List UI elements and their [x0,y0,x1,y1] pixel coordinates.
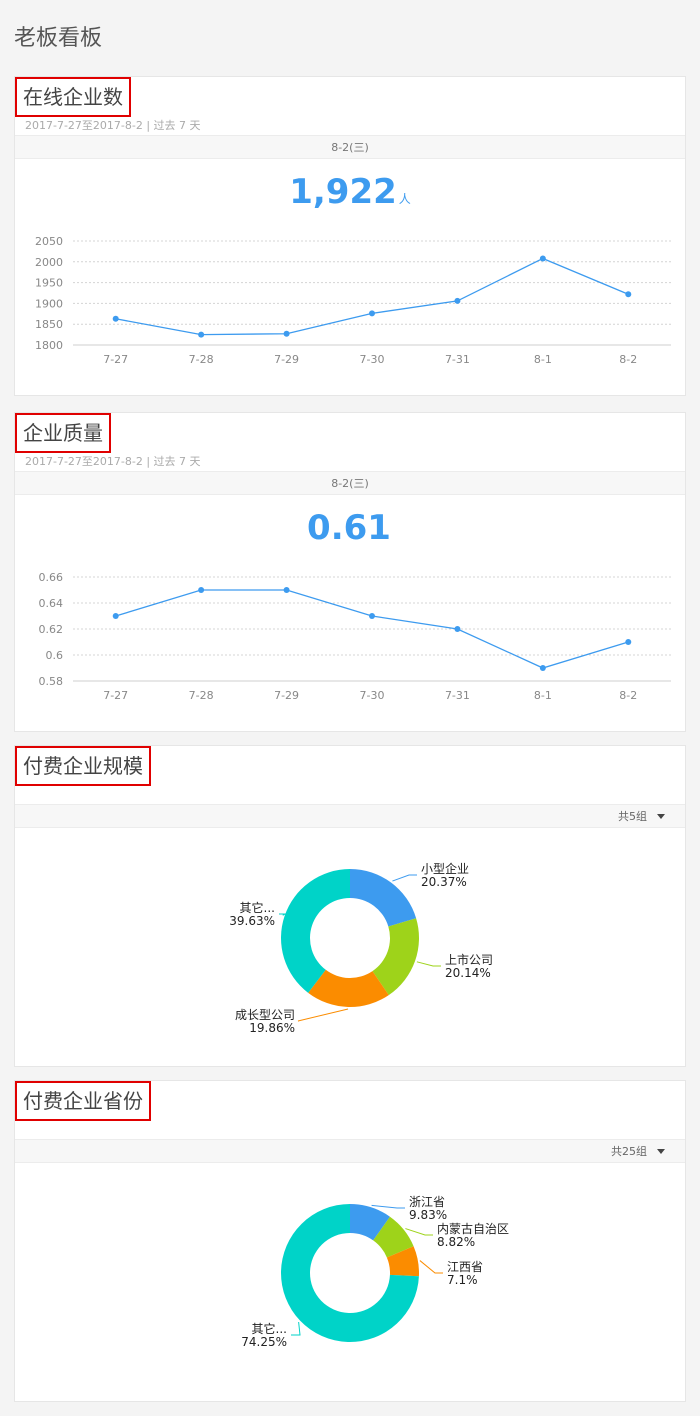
data-point [625,291,632,298]
data-point [112,613,119,619]
slice-label: 其它... [252,1321,287,1336]
slice-label: 其它... [240,900,275,915]
series-line [115,257,629,336]
data-point [625,639,632,645]
y-tick-label: 0.58 [39,675,64,688]
slice-value-label: 19.86% [249,1021,295,1035]
leader-line [291,1321,301,1336]
online-enterprises-card: 在线企业数 2017-7-27至2017-8-2 | 过去 7 天 8-2(三)… [14,76,686,396]
big-metric-value: 0.61 [15,495,685,557]
metric-unit: 人 [398,192,411,206]
paid-enterprise-scale-donut-chart: 小型企业20.37% 上市公司20.14% 成长型公司19.86% 其它...39.6… [229,861,493,1035]
date-range-text: 2017-7-27至2017-8-2 | 过去 7 天 [25,455,201,468]
pie-slice [350,869,417,927]
x-tick-label: 8-2 [619,689,637,702]
group-count-label: 共25组 [611,1145,647,1158]
paid-enterprise-scale-card: 付费企业规模 共5组 小型企业 20.37% 上市公司 20.14% 成长型公司 19.8… [14,745,686,1067]
group-count-label: 共5组 [618,810,647,823]
leader-line [279,913,287,916]
data-point [454,626,461,632]
y-tick-label: 2050 [35,235,63,248]
data-point [283,330,290,337]
x-tick-label: 7-27 [103,689,128,702]
slice-value-label: 20.14% [445,966,491,980]
y-tick-label: 1800 [35,339,63,352]
caret-down-icon [657,813,665,819]
data-point [539,255,546,262]
metric-number: 1,922 [289,172,397,212]
x-tick-label: 7-29 [274,353,299,366]
selected-date-bar: 8-2(三) [15,135,685,159]
big-metric-value: 1,922 人 [15,159,685,221]
y-tick-label: 1850 [35,318,63,331]
slice-value-label: 8.82% [437,1235,475,1249]
slice-label: 成长型公司 [235,1008,295,1022]
slice-value-label: 74.25% [241,1335,287,1349]
y-tick-label: 1950 [35,277,63,290]
x-tick-label: 7-29 [274,689,299,702]
data-point [454,297,461,304]
y-tick-label: 0.66 [39,571,64,584]
y-tick-label: 2000 [35,256,63,269]
y-tick-label: 0.6 [46,649,64,662]
series-line [115,589,629,669]
y-tick-label: 1900 [35,297,63,310]
x-tick-label: 7-30 [360,689,385,702]
x-tick-label: 7-31 [445,689,470,702]
slice-label: 上市公司 [445,952,493,967]
slice-label: 小型企业 [421,861,469,876]
paid-enterprise-province-card: 付费企业省份 共25组 浙江省 9.83% 内蒙古自治区 8.82% 江西省 7.1% 其它… [14,1080,686,1402]
group-count-dropdown[interactable]: 共25组 [15,1139,685,1163]
y-tick-label: 0.62 [39,623,64,636]
data-point [198,331,205,338]
slice-label: 江西省 [447,1260,483,1274]
data-point [283,587,290,593]
data-point [112,315,119,322]
x-tick-label: 7-28 [189,353,214,366]
slice-value-label: 20.37% [421,875,467,889]
slice-value-label: 9.83% [409,1208,447,1222]
leader-line [419,1260,443,1274]
y-tick-label: 0.64 [39,597,64,610]
slice-value-label: 7.1% [447,1273,478,1287]
x-tick-label: 8-1 [534,353,552,366]
leader-line [405,1228,433,1236]
card-title: 企业质量 [15,413,111,453]
selected-date-bar: 8-2(三) [15,471,685,495]
pie-slice [281,869,350,993]
x-tick-label: 7-30 [360,353,385,366]
enterprise-quality-line-chart: 0.58 0.6 0.62 0.64 0.66 7-27 7-28 7-29 7-30 7-31 8… [39,571,671,702]
leader-line [371,1204,405,1209]
x-tick-label: 8-2 [619,353,637,366]
card-title: 付费企业规模 [15,746,151,786]
slice-value-label: 39.63% [229,914,275,928]
group-count-dropdown[interactable]: 共5组 [15,804,685,828]
paid-enterprise-province-donut-chart: 浙江省9.83%内蒙古自治区8.82% 江西省7.1% 其它...74.25% [241,1195,509,1349]
slice-label: 内蒙古自治区 [437,1221,509,1236]
metric-number: 0.61 [307,508,391,548]
slice-label: 浙江省 [409,1195,445,1209]
x-tick-label: 7-27 [103,353,128,366]
caret-down-icon [657,1148,665,1154]
leader-line [392,874,417,882]
data-point [539,665,546,671]
data-point [369,613,375,619]
leader-line [416,961,441,967]
page-title: 老板看板 [14,26,103,51]
card-title: 付费企业省份 [15,1081,151,1121]
card-title: 在线企业数 [15,77,131,117]
x-tick-label: 7-28 [189,689,214,702]
date-range-text: 2017-7-27至2017-8-2 | 过去 7 天 [25,119,201,132]
data-point [369,310,375,317]
x-tick-label: 8-1 [534,689,552,702]
x-tick-label: 7-31 [445,353,470,366]
online-enterprises-line-chart: 1800 1850 1900 1950 2000 2050 7-27 7-28 7-29 7-30… [35,235,671,366]
enterprise-quality-card: 企业质量 2017-7-27至2017-8-2 | 过去 7 天 8-2(三) … [14,412,686,732]
data-point [198,587,205,593]
leader-line [297,1008,349,1022]
